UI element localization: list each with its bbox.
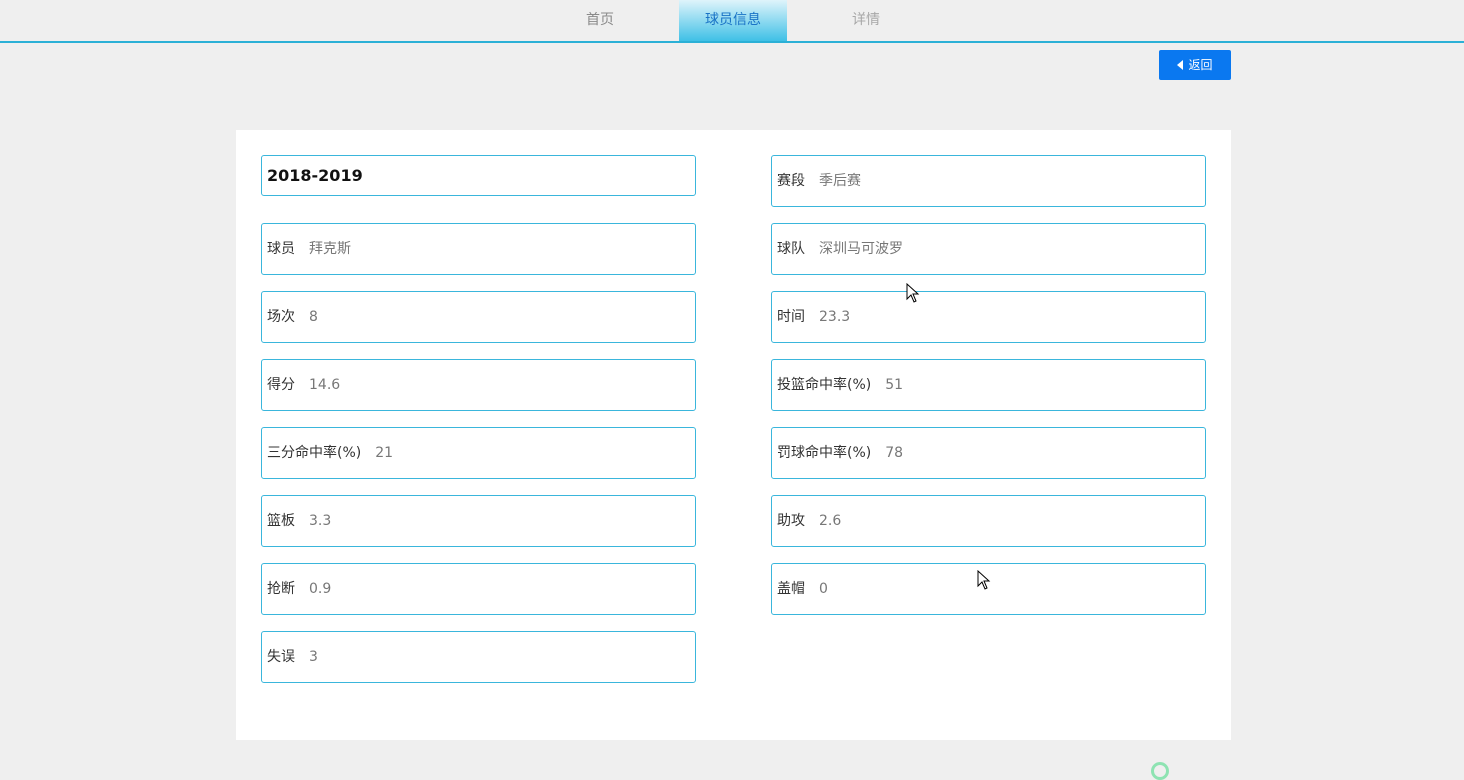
minutes-label: 时间 (777, 309, 805, 325)
assists-field[interactable]: 助攻 2.6 (771, 495, 1206, 547)
fg-pct-field[interactable]: 投篮命中率(%) 51 (771, 359, 1206, 411)
season-field[interactable]: 2018-2019 (261, 155, 696, 196)
rebounds-value: 3.3 (309, 513, 332, 529)
blocks-label: 盖帽 (777, 581, 805, 597)
team-label: 球队 (777, 241, 805, 257)
stage-label: 赛段 (777, 173, 805, 189)
points-label: 得分 (267, 377, 295, 393)
games-field[interactable]: 场次 8 (261, 291, 696, 343)
points-value: 14.6 (309, 377, 341, 393)
back-button[interactable]: 返回 (1159, 50, 1231, 80)
ft-pct-label: 罚球命中率(%) (777, 445, 872, 461)
games-value: 8 (309, 309, 318, 325)
player-name-value: 拜克斯 (309, 241, 351, 257)
rebounds-field[interactable]: 篮板 3.3 (261, 495, 696, 547)
assists-value: 2.6 (819, 513, 842, 529)
mouse-cursor-icon (977, 570, 991, 590)
steals-label: 抢断 (267, 581, 295, 597)
turnovers-value: 3 (309, 649, 318, 665)
team-value: 深圳马可波罗 (819, 241, 903, 257)
mouse-cursor-icon (906, 283, 920, 303)
three-pct-value: 21 (375, 445, 394, 461)
three-pct-label: 三分命中率(%) (267, 445, 362, 461)
blocks-value: 0 (819, 581, 828, 597)
turnovers-label: 失误 (267, 649, 295, 665)
ft-pct-value: 78 (885, 445, 904, 461)
team-field[interactable]: 球队 深圳马可波罗 (771, 223, 1206, 275)
fg-pct-label: 投篮命中率(%) (777, 377, 872, 393)
steals-value: 0.9 (309, 581, 332, 597)
tab-details[interactable]: 详情 (812, 0, 920, 41)
games-label: 场次 (267, 309, 295, 325)
minutes-field[interactable]: 时间 23.3 (771, 291, 1206, 343)
points-field[interactable]: 得分 14.6 (261, 359, 696, 411)
steals-field[interactable]: 抢断 0.9 (261, 563, 696, 615)
season-value: 2018-2019 (267, 166, 363, 185)
tab-home[interactable]: 首页 (546, 0, 654, 41)
stage-field[interactable]: 赛段 季后赛 (771, 155, 1206, 207)
status-indicator-icon (1151, 762, 1169, 780)
caret-left-icon (1177, 60, 1184, 70)
ft-pct-field[interactable]: 罚球命中率(%) 78 (771, 427, 1206, 479)
player-info-panel: 2018-2019 赛段 季后赛 球员 拜克斯 球队 深圳马可波罗 场次 8 时间 23.… (236, 130, 1231, 740)
back-button-label: 返回 (1188, 58, 1213, 72)
player-name-field[interactable]: 球员 拜克斯 (261, 223, 696, 275)
stage-value: 季后赛 (819, 173, 861, 189)
assists-label: 助攻 (777, 513, 805, 529)
player-name-label: 球员 (267, 241, 295, 257)
tab-player-info[interactable]: 球员信息 (679, 0, 787, 41)
minutes-value: 23.3 (819, 309, 851, 325)
fg-pct-value: 51 (885, 377, 904, 393)
top-nav: 首页 球员信息 详情 (0, 0, 1464, 43)
three-pct-field[interactable]: 三分命中率(%) 21 (261, 427, 696, 479)
rebounds-label: 篮板 (267, 513, 295, 529)
turnovers-field[interactable]: 失误 3 (261, 631, 696, 683)
